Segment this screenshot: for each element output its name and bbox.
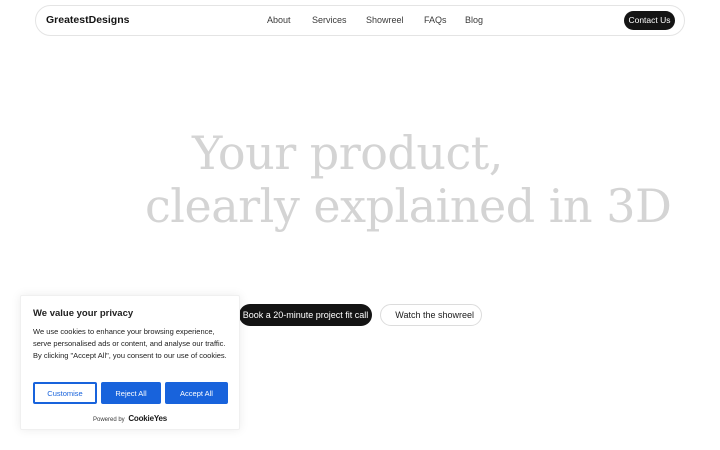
nav-link-showreel[interactable]: Showreel: [366, 15, 404, 25]
hero-headline-line-2: clearly explained in 3D: [145, 179, 672, 233]
powered-by: Powered by CookieYes: [93, 414, 167, 423]
accept-all-button[interactable]: Accept All: [165, 382, 228, 404]
brand-logo[interactable]: GreatestDesigns: [46, 14, 129, 26]
cookie-description: We use cookies to enhance your browsing …: [33, 327, 227, 360]
powered-by-label: Powered by: [93, 417, 125, 423]
nav-link-about[interactable]: About: [267, 15, 291, 25]
cookie-consent-banner: We value your privacy We use cookies to …: [20, 295, 240, 430]
nav-link-blog[interactable]: Blog: [465, 15, 483, 25]
customise-button[interactable]: Customise: [33, 382, 97, 404]
navbar: GreatestDesigns About Services Showreel …: [35, 5, 685, 36]
cookie-title: We value your privacy: [33, 308, 134, 319]
watch-showreel-button[interactable]: Watch the showreel: [380, 304, 482, 326]
contact-us-button[interactable]: Contact Us: [624, 11, 675, 30]
hero-headline-line-1: Your product,: [192, 126, 503, 180]
nav-link-faqs[interactable]: FAQs: [424, 15, 447, 25]
reject-all-button[interactable]: Reject All: [101, 382, 161, 404]
cookieyes-logo[interactable]: CookieYes: [128, 414, 167, 423]
book-call-button[interactable]: Book a 20-minute project fit call: [239, 304, 372, 326]
nav-link-services[interactable]: Services: [312, 15, 347, 25]
